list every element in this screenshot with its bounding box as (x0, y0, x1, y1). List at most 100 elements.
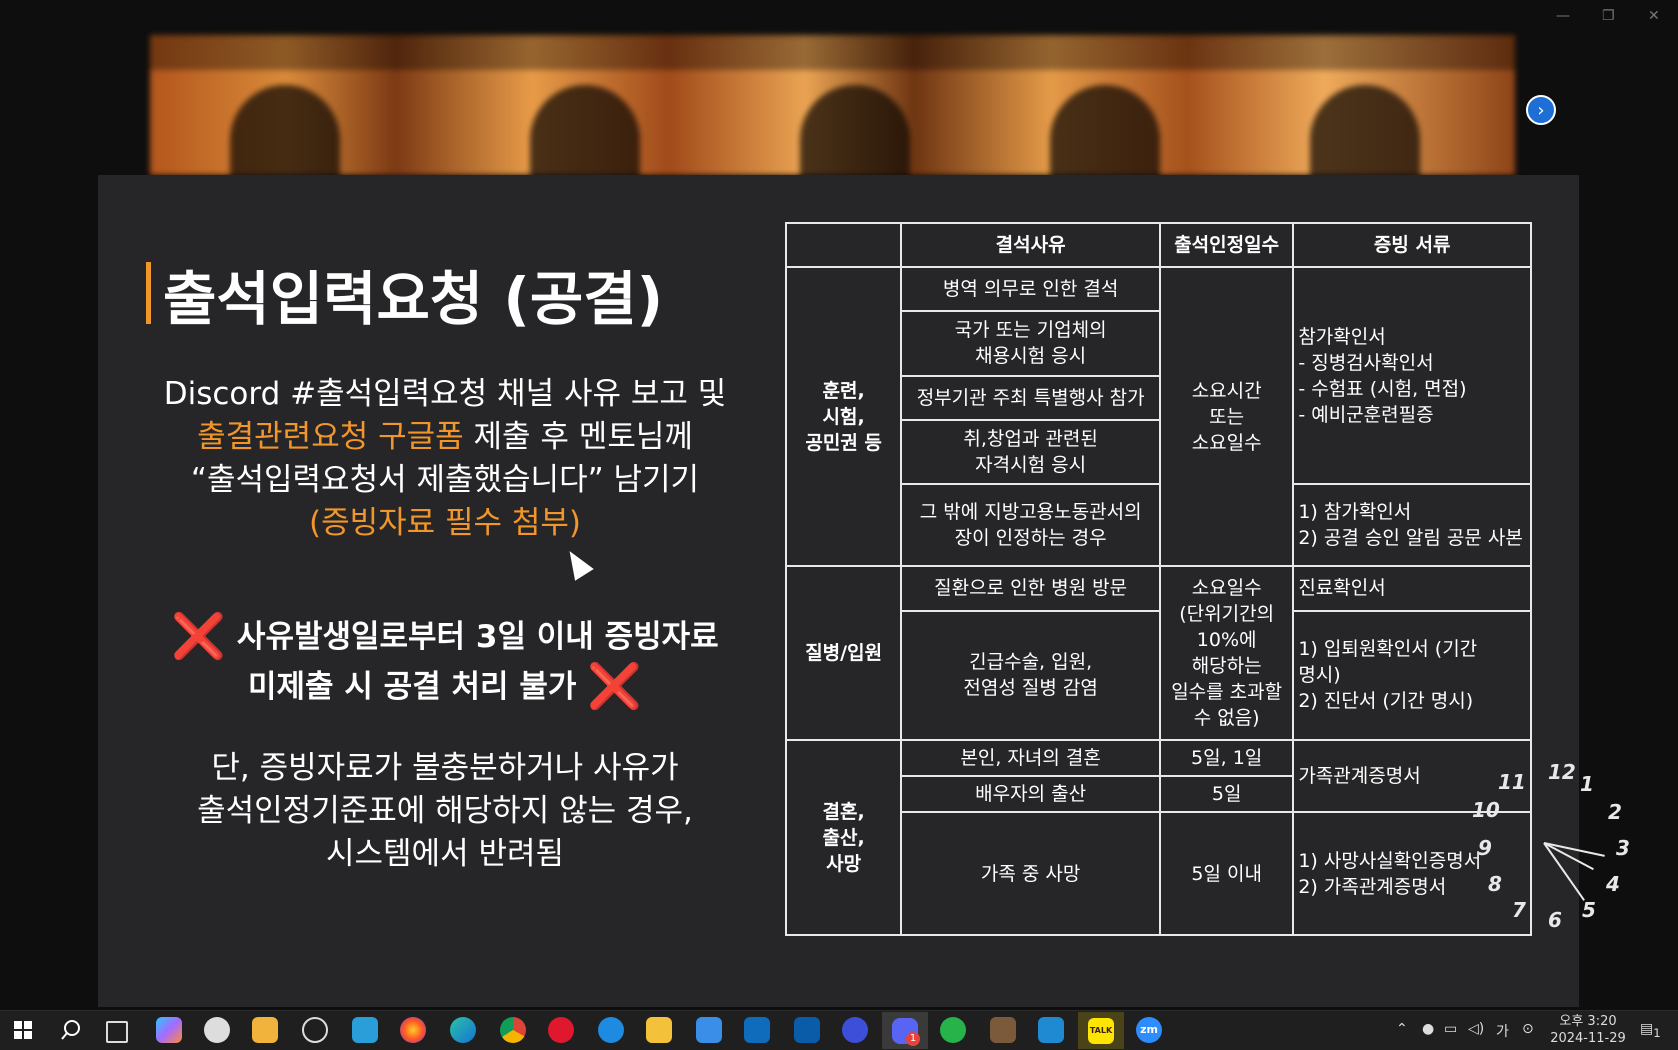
instructions-line: “출석입력요청서 제출했습니다” 남기기 (190, 462, 700, 498)
opera-icon[interactable] (548, 1017, 574, 1043)
next-gallery-button[interactable]: › (1526, 95, 1556, 125)
ie-icon[interactable] (598, 1017, 624, 1043)
warning-line: 미제출 시 공결 처리 불가 (248, 669, 577, 705)
clock-number: 4 (1606, 872, 1620, 896)
reason-cell: 취,창업과 관련된 자격시험 응시 (900, 418, 1161, 486)
outlook-classic-icon[interactable] (794, 1017, 820, 1043)
days-cell: 소요시간 또는 소요일수 (1158, 266, 1295, 568)
close-icon[interactable]: ✕ (1648, 8, 1660, 24)
clock-number: 10 (1472, 798, 1500, 822)
microphone-icon[interactable]: ● (1422, 1021, 1434, 1037)
documents-cell: 1) 참가확인서 2) 공결 승인 알림 공문 사본 (1292, 483, 1532, 568)
app2-icon[interactable] (842, 1017, 868, 1043)
windows-start-icon[interactable] (10, 1017, 36, 1043)
copilot-icon[interactable] (156, 1017, 182, 1043)
table-header-cell: 증빙 서류 (1292, 221, 1532, 269)
rejection-line: 단, 증빙자료가 불충분하거나 사유가 (211, 750, 679, 786)
x-mark-icon: ❌ (587, 661, 642, 712)
sync-icon[interactable] (940, 1017, 966, 1043)
rejection-line: 시스템에서 반려됨 (325, 836, 564, 872)
clock-number: 5 (1582, 898, 1596, 922)
category-cell: 결혼, 출산, 사망 (784, 739, 903, 936)
vscode-icon[interactable] (1038, 1017, 1064, 1043)
table-header-cell (784, 221, 903, 269)
game-icon[interactable] (990, 1017, 1016, 1043)
discord-taskbar-button[interactable]: 1 (882, 1012, 928, 1049)
chrome-icon[interactable] (500, 1017, 526, 1043)
participant-video-strip (150, 35, 1515, 175)
clock-number: 8 (1488, 872, 1502, 896)
evidence-note: (증빙자료 필수 첨부) (308, 505, 582, 541)
reason-cell: 정부기관 주최 특별행사 참가 (900, 374, 1161, 421)
clock-number: 6 (1548, 908, 1562, 932)
documents-cell: 참가확인서 - 징병검사확인서 - 수험표 (시험, 면접) - 예비군훈련필증 (1292, 266, 1532, 486)
store-icon[interactable] (696, 1017, 722, 1043)
notification-count: 1 (1653, 1025, 1661, 1040)
clock-number: 12 (1548, 760, 1576, 784)
discord-badge: 1 (906, 1032, 920, 1046)
clock-number: 3 (1616, 836, 1630, 860)
reason-cell: 질환으로 인한 병원 방문 (900, 565, 1161, 612)
notification-icon[interactable]: ▤1 (1640, 1021, 1661, 1040)
instructions-line: Discord #출석입력요청 채널 사유 보고 및 (163, 376, 727, 412)
kakaotalk-taskbar-button[interactable]: TALK (1078, 1012, 1124, 1049)
reason-cell: 병역 의무로 인한 결석 (900, 266, 1161, 313)
outlook-icon[interactable] (744, 1017, 770, 1043)
chatgpt-icon[interactable] (302, 1017, 328, 1043)
file-explorer-icon[interactable] (646, 1017, 672, 1043)
input-mode-icon[interactable]: ⊙ (1522, 1021, 1534, 1037)
minimize-icon[interactable]: — (1556, 8, 1570, 24)
title-accent-bar (146, 262, 151, 324)
clock-number: 7 (1512, 898, 1526, 922)
system-time: 오후 3:20 (1559, 1014, 1617, 1029)
reason-cell: 배우자의 출산 (900, 775, 1161, 814)
reason-cell: 본인, 자녀의 결혼 (900, 739, 1161, 778)
rejection-paragraph: 단, 증빙자료가 불충분하거나 사유가 출석인정기준표에 해당하지 않는 경우,… (130, 747, 760, 876)
zoom-icon[interactable]: zm (1136, 1017, 1162, 1043)
google-form-link: 출결관련요청 구글폼 (197, 419, 464, 455)
clock-app-icon[interactable] (204, 1017, 230, 1043)
instructions-paragraph: Discord #출석입력요청 채널 사유 보고 및 출결관련요청 구글폼 제출… (130, 373, 760, 545)
edge-icon[interactable] (450, 1017, 476, 1043)
clock-number: 2 (1608, 800, 1622, 824)
reason-cell: 가족 중 사망 (900, 811, 1161, 936)
rejection-line: 출석인정기준표에 해당하지 않는 경우, (197, 793, 693, 829)
app-icon[interactable] (352, 1017, 378, 1043)
chevron-up-icon[interactable]: ⌃ (1396, 1021, 1408, 1037)
reason-cell: 국가 또는 기업체의 채용시험 응시 (900, 310, 1161, 377)
days-cell: 소요일수 (단위기간의 10%에 해당하는 일수를 초과할 수 없음) (1158, 565, 1295, 742)
x-mark-icon: ❌ (171, 611, 227, 662)
clock-number: 11 (1498, 770, 1526, 794)
documents-cell: 진료확인서 (1292, 565, 1532, 612)
restore-icon[interactable]: ❐ (1602, 8, 1615, 24)
clock-number: 1 (1580, 772, 1594, 796)
documents-cell: 1) 입퇴원확인서 (기간 명시) 2) 진단서 (기간 명시) (1292, 609, 1532, 742)
clock-number: 9 (1478, 836, 1492, 860)
days-cell: 5일 (1158, 775, 1295, 814)
warning-block: ❌ 사유발생일로부터 3일 이내 증빙자료 미제출 시 공결 처리 불가 ❌ (130, 612, 760, 712)
chevron-right-icon: › (1537, 99, 1545, 121)
reason-cell: 긴급수술, 입원, 전염성 질병 감염 (900, 609, 1161, 742)
days-cell: 5일, 1일 (1158, 739, 1295, 778)
windows-taskbar: 1 TALK zm ⌃ ● ▭ ◁) 가 ⊙ 오후 3:20 2024-11-2… (0, 1010, 1678, 1050)
task-view-icon[interactable] (106, 1021, 128, 1043)
table-header-cell: 출석인정일수 (1158, 221, 1295, 269)
clock-overlay: 12 1 2 3 4 5 6 7 8 9 10 11 (1472, 760, 1632, 932)
reason-cell: 그 밖에 지방고용노동관서의 장이 인정하는 경우 (900, 483, 1161, 568)
category-cell: 훈련, 시험, 공민권 등 (784, 266, 903, 568)
kakaotalk-icon: TALK (1088, 1018, 1114, 1044)
warning-line: 사유발생일로부터 3일 이내 증빙자료 (236, 619, 719, 655)
table-header-cell: 결석사유 (900, 221, 1161, 269)
firefox-icon[interactable] (400, 1017, 426, 1043)
slide-title: 출석입력요청 (공결) (163, 265, 664, 333)
search-icon[interactable] (58, 1017, 84, 1043)
days-cell: 5일 이내 (1158, 811, 1295, 936)
system-clock[interactable]: 오후 3:20 2024-11-29 (1548, 1013, 1628, 1047)
ime-indicator[interactable]: 가 (1496, 1021, 1509, 1041)
network-icon[interactable]: ▭ (1444, 1021, 1457, 1037)
notes-icon[interactable] (252, 1017, 278, 1043)
attendance-criteria-table: 결석사유 출석인정일수 증빙 서류 훈련, 시험, 공민권 등 병역 의무로 인한 … (784, 221, 1532, 936)
volume-icon[interactable]: ◁) (1468, 1021, 1484, 1037)
instructions-line: 출결관련요청 구글폼 제출 후 멘토님께 (197, 419, 693, 455)
category-cell: 질병/입원 (784, 565, 903, 742)
